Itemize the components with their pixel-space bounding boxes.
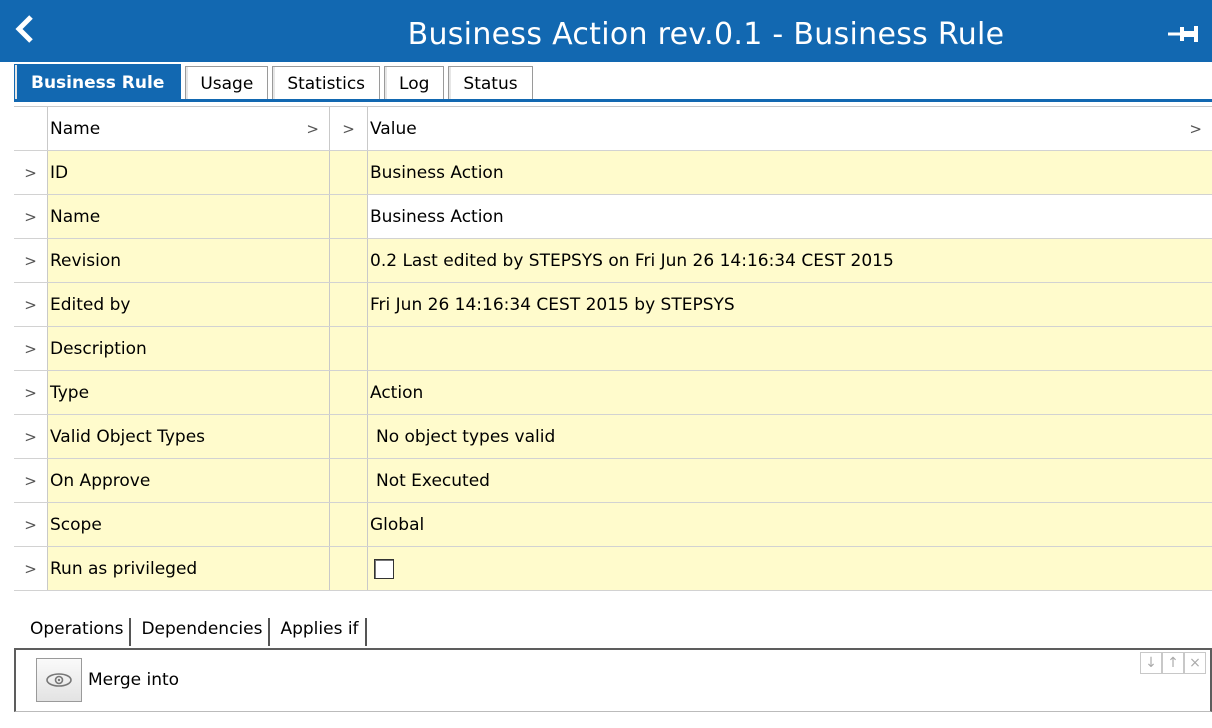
row-value[interactable]: 0.2 Last edited by STEPSYS on Fri Jun 26… <box>368 239 1212 282</box>
table-row-description[interactable]: > Description <box>14 327 1212 371</box>
row-value[interactable]: Global <box>368 503 1212 546</box>
tab-business-rule[interactable]: Business Rule <box>14 64 182 101</box>
chevron-right-icon[interactable]: > <box>306 120 319 138</box>
table-row-run-as-privileged[interactable]: > Run as privileged <box>14 547 1212 591</box>
title-bar: Business Action rev.0.1 - Business Rule <box>0 0 1212 62</box>
operations-panel: Merge into ↓ ↑ × <box>14 648 1212 712</box>
tab-usage[interactable]: Usage <box>185 66 269 101</box>
row-name: Valid Object Types <box>48 415 330 458</box>
tab-underline <box>14 99 1212 102</box>
chevron-right-icon: > <box>24 163 37 182</box>
row-spacer <box>330 327 368 370</box>
row-expand-button[interactable]: > <box>14 547 48 590</box>
tab-status[interactable]: Status <box>448 66 533 101</box>
row-value <box>368 547 1212 590</box>
chevron-right-icon: > <box>24 427 37 446</box>
row-expand-button[interactable]: > <box>14 327 48 370</box>
row-spacer <box>330 371 368 414</box>
row-spacer <box>330 503 368 546</box>
tab-log[interactable]: Log <box>384 66 445 101</box>
table-row-type[interactable]: > Type Action <box>14 371 1212 415</box>
row-name: Revision <box>48 239 330 282</box>
table-row-on-approve[interactable]: > On Approve Not Executed <box>14 459 1212 503</box>
pin-icon <box>1168 26 1198 42</box>
tab-statistics[interactable]: Statistics <box>272 66 381 101</box>
row-value[interactable]: Action <box>368 371 1212 414</box>
row-expand-button[interactable]: > <box>14 195 48 238</box>
tab-dependencies[interactable]: Dependencies <box>135 618 271 646</box>
chevron-right-icon: > <box>24 251 37 270</box>
row-name: Scope <box>48 503 330 546</box>
chevron-right-icon[interactable]: > <box>1189 120 1202 138</box>
table-row-name[interactable]: > Name Business Action <box>14 195 1212 239</box>
row-spacer <box>330 283 368 326</box>
chevron-left-icon <box>15 15 33 43</box>
row-expand-button[interactable]: > <box>14 371 48 414</box>
expand-all-header[interactable]: > <box>330 107 368 150</box>
column-header-name-label: Name <box>50 118 101 139</box>
row-name: Type <box>48 371 330 414</box>
table-row-edited-by[interactable]: > Edited by Fri Jun 26 14:16:34 CEST 201… <box>14 283 1212 327</box>
row-value[interactable]: Business Action <box>368 195 1212 238</box>
row-name: Description <box>48 327 330 370</box>
row-name: On Approve <box>48 459 330 502</box>
tab-operations[interactable]: Operations <box>24 618 132 646</box>
row-expand-button[interactable]: > <box>14 239 48 282</box>
row-name: Edited by <box>48 283 330 326</box>
row-value[interactable]: Fri Jun 26 14:16:34 CEST 2015 by STEPSYS <box>368 283 1212 326</box>
row-spacer <box>330 459 368 502</box>
row-name: Run as privileged <box>48 547 330 590</box>
grid-header-row: Name > > Value > <box>14 107 1212 151</box>
row-expand-button[interactable]: > <box>14 283 48 326</box>
chevron-right-icon: > <box>24 515 37 534</box>
row-value[interactable]: Business Action <box>368 151 1212 194</box>
tab-bar: Business Rule Usage Statistics Log Statu… <box>14 62 537 101</box>
row-name: ID <box>48 151 330 194</box>
row-spacer <box>330 547 368 590</box>
table-row-scope[interactable]: > Scope Global <box>14 503 1212 547</box>
table-row-revision[interactable]: > Revision 0.2 Last edited by STEPSYS on… <box>14 239 1212 283</box>
move-up-icon[interactable]: ↑ <box>1162 652 1184 674</box>
row-value[interactable]: No object types valid <box>368 415 1212 458</box>
row-name: Name <box>48 195 330 238</box>
expand-column-header <box>14 107 48 150</box>
pin-button[interactable] <box>1164 22 1202 46</box>
column-header-value[interactable]: Value > <box>368 107 1212 150</box>
chevron-right-icon: > <box>24 383 37 402</box>
row-spacer <box>330 239 368 282</box>
chevron-right-icon: > <box>24 207 37 226</box>
column-header-name[interactable]: Name > <box>48 107 330 150</box>
operation-label[interactable]: Merge into <box>88 670 179 690</box>
operation-controls: ↓ ↑ × <box>1140 652 1206 674</box>
remove-icon[interactable]: × <box>1184 652 1206 674</box>
table-row-valid-object-types[interactable]: > Valid Object Types No object types val… <box>14 415 1212 459</box>
chevron-right-icon: > <box>24 559 37 578</box>
tab-applies-if[interactable]: Applies if <box>274 618 367 646</box>
chevron-right-icon: > <box>24 471 37 490</box>
back-button[interactable] <box>8 10 42 48</box>
row-spacer <box>330 195 368 238</box>
view-operation-button[interactable] <box>36 658 82 702</box>
chevron-right-icon: > <box>342 119 355 138</box>
chevron-right-icon: > <box>24 339 37 358</box>
operations-tab-bar: Operations Dependencies Applies if <box>24 608 371 646</box>
row-expand-button[interactable]: > <box>14 415 48 458</box>
row-value[interactable] <box>368 327 1212 370</box>
row-expand-button[interactable]: > <box>14 503 48 546</box>
row-value[interactable]: Not Executed <box>368 459 1212 502</box>
row-expand-button[interactable]: > <box>14 459 48 502</box>
row-spacer <box>330 415 368 458</box>
page-title: Business Action rev.0.1 - Business Rule <box>407 17 1005 52</box>
move-down-icon[interactable]: ↓ <box>1140 652 1162 674</box>
table-row-id[interactable]: > ID Business Action <box>14 151 1212 195</box>
run-as-privileged-checkbox[interactable] <box>374 558 394 579</box>
row-spacer <box>330 151 368 194</box>
property-grid: Name > > Value > > ID Business Action > … <box>14 106 1212 591</box>
row-expand-button[interactable]: > <box>14 151 48 194</box>
chevron-right-icon: > <box>24 295 37 314</box>
column-header-value-label: Value <box>370 118 417 139</box>
eye-icon <box>46 673 72 687</box>
